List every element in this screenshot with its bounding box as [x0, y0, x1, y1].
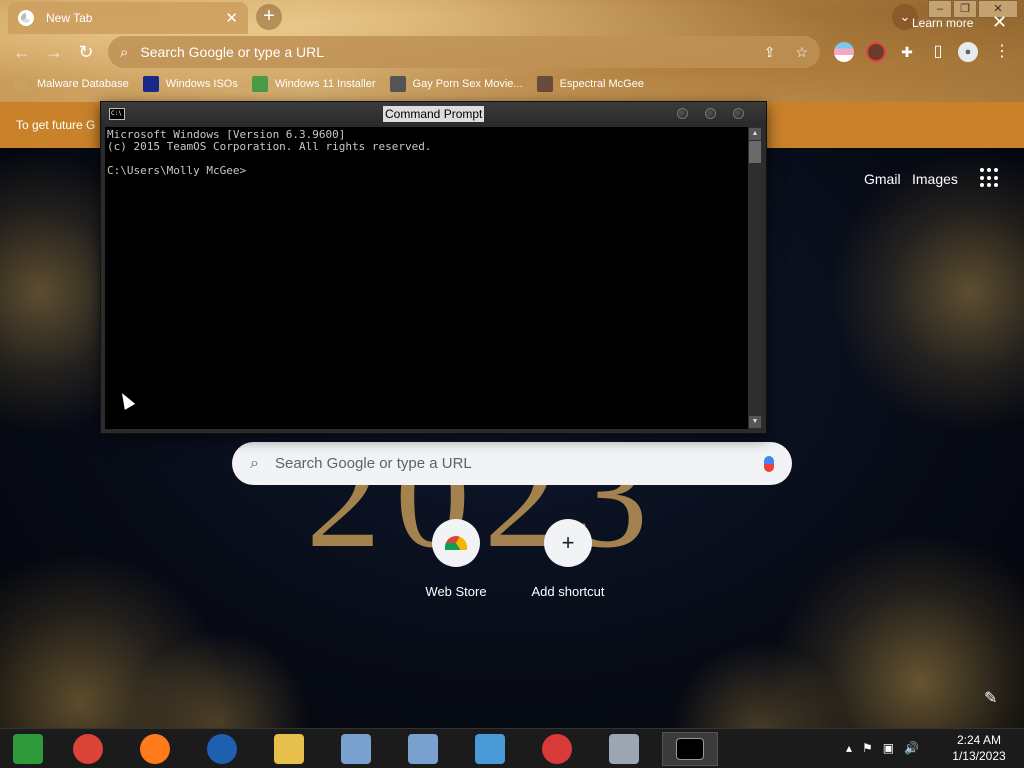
bookmark-star-icon[interactable]: ☆: [795, 44, 808, 61]
omnibox[interactable]: ⌕ Search Google or type a URL ⇪ ☆: [108, 36, 820, 68]
browser-frame: New Tab ✕ + ⌄ – ❐ ✕ ← → ↻ ⌕ Search Googl…: [0, 0, 1024, 102]
red-app-glyph: [542, 734, 572, 764]
cmd-maximize-button[interactable]: [705, 108, 716, 119]
volume-icon[interactable]: 🔊: [904, 741, 919, 755]
file-explorer-glyph: [274, 734, 304, 764]
bookmarks-bar: Malware Database Windows ISOs Windows 11 I…: [0, 72, 1024, 96]
bookmark-item[interactable]: Windows ISOs: [142, 76, 238, 92]
chrome-taskbar-icon[interactable]: [60, 732, 116, 766]
monitor-taskbar-icon[interactable]: [596, 732, 652, 766]
cmd-glyph: [676, 738, 704, 760]
system-tray: ▴ ⚑ ▣ 🔊: [846, 741, 919, 755]
people-glyph: [475, 734, 505, 764]
bookmark-item[interactable]: Windows 11 Installer: [251, 76, 376, 92]
installer-taskbar-icon[interactable]: [328, 732, 384, 766]
monitor-glyph: [609, 734, 639, 764]
bookmark-item[interactable]: Gay Porn Sex Movie...: [389, 76, 523, 92]
back-icon[interactable]: ←: [10, 40, 34, 64]
firefox-glyph: [140, 734, 170, 764]
extension-flag-icon[interactable]: [834, 42, 854, 62]
tray-chevron-icon[interactable]: ▴: [846, 741, 852, 755]
gmail-link[interactable]: Gmail: [864, 171, 901, 187]
search-icon: ⌕: [120, 43, 129, 61]
add-icon: +: [544, 519, 592, 567]
sidepanel-icon[interactable]: ▯: [928, 42, 948, 62]
forward-icon[interactable]: →: [42, 40, 66, 64]
apps-grid-icon[interactable]: [980, 168, 1000, 188]
action-center-flag-icon[interactable]: ⚑: [862, 741, 873, 755]
omnibox-placeholder[interactable]: Search Google or type a URL: [140, 44, 743, 60]
web-store-icon: [432, 519, 480, 567]
ntp-search-box[interactable]: ⌕ Search Google or type a URL: [232, 442, 792, 485]
cmd-window-icon: C:\: [109, 108, 125, 120]
promo-text: To get future G: [16, 118, 96, 132]
site-bookmark-icon: [389, 76, 406, 92]
menu-icon[interactable]: ⋮: [992, 42, 1012, 62]
cmd-minimize-button[interactable]: [677, 108, 688, 119]
cmd-taskbar-icon[interactable]: [662, 732, 718, 766]
cmd-titlebar[interactable]: C:\ Command Prompt: [101, 102, 766, 126]
bookmark-label: Gay Porn Sex Movie...: [412, 78, 523, 90]
shortcut-label: Add shortcut: [531, 584, 605, 599]
shortcut-add[interactable]: + Add shortcut: [508, 519, 628, 599]
images-link[interactable]: Images: [912, 171, 958, 187]
customize-pencil-icon[interactable]: ✎: [984, 688, 997, 708]
network-icon[interactable]: ▣: [883, 741, 894, 755]
promo-close-icon[interactable]: ✕: [992, 12, 1007, 33]
obama-logo-glyph: [207, 734, 237, 764]
puzzle-icon[interactable]: ✚: [897, 42, 917, 62]
share-icon[interactable]: ⇪: [764, 44, 776, 61]
shortcut-web-store[interactable]: Web Store: [396, 519, 516, 599]
malware-bookmark-icon: [14, 76, 30, 92]
people-taskbar-icon[interactable]: [462, 732, 518, 766]
bookmark-label: Espectral McGee: [559, 78, 644, 90]
clock-time: 2:24 AM: [956, 733, 1002, 747]
taskbar: ▴ ⚑ ▣ 🔊 2:24 AM 1/13/2023: [0, 728, 1024, 768]
tab-new-tab[interactable]: New Tab ✕: [8, 2, 248, 34]
learn-more-link[interactable]: Learn more: [912, 16, 973, 30]
reload-icon[interactable]: ↻: [74, 40, 98, 64]
chrome-favicon-icon: [18, 10, 34, 26]
bookmark-item[interactable]: Malware Database: [14, 76, 129, 92]
bookmark-label: Windows ISOs: [165, 78, 238, 90]
microphone-icon[interactable]: [764, 455, 774, 472]
installer2-taskbar-icon[interactable]: [395, 732, 451, 766]
cmd-close-button[interactable]: [733, 108, 744, 119]
explorer-shortcut-icon[interactable]: [0, 732, 56, 766]
file-explorer-taskbar-icon[interactable]: [261, 732, 317, 766]
scroll-thumb[interactable]: [749, 141, 761, 163]
chrome-glyph: [73, 734, 103, 764]
explorer-shortcut-icon: [13, 734, 43, 764]
shortcut-label: Web Store: [425, 584, 487, 599]
command-prompt-window[interactable]: C:\ Command Prompt Microsoft Windows [Ve…: [100, 101, 767, 434]
bookmark-label: Windows 11 Installer: [274, 78, 376, 90]
red-app-taskbar-icon[interactable]: [529, 732, 585, 766]
clock[interactable]: 2:24 AM 1/13/2023: [944, 732, 1014, 764]
cmd-title: Command Prompt: [383, 106, 485, 122]
windows-isos-bookmark-icon: [142, 76, 159, 92]
cmd-scrollbar[interactable]: ▲ ▼: [748, 127, 762, 429]
firefox-taskbar-icon[interactable]: [127, 732, 183, 766]
bookmark-item[interactable]: Espectral McGee: [536, 76, 644, 92]
installer-glyph: [341, 734, 371, 764]
tab-title: New Tab: [46, 11, 93, 25]
installer-bookmark-icon: [251, 76, 268, 92]
installer2-glyph: [408, 734, 438, 764]
new-tab-button[interactable]: +: [256, 4, 282, 30]
scroll-up-icon[interactable]: ▲: [749, 128, 761, 140]
clock-date: 1/13/2023: [952, 749, 1006, 763]
profile-icon[interactable]: ●: [958, 42, 978, 62]
cmd-console-output[interactable]: Microsoft Windows [Version 6.3.9600] (c)…: [105, 127, 748, 429]
ntp-search-placeholder[interactable]: Search Google or type a URL: [275, 455, 764, 472]
scroll-down-icon[interactable]: ▼: [749, 416, 761, 428]
profile-extension-icon[interactable]: [866, 42, 886, 62]
obama-logo-taskbar-icon[interactable]: [194, 732, 250, 766]
tab-close-icon[interactable]: ✕: [225, 9, 238, 27]
bookmark-label: Malware Database: [37, 78, 129, 90]
espectral-bookmark-icon: [536, 76, 553, 92]
search-icon: ⌕: [250, 454, 259, 472]
